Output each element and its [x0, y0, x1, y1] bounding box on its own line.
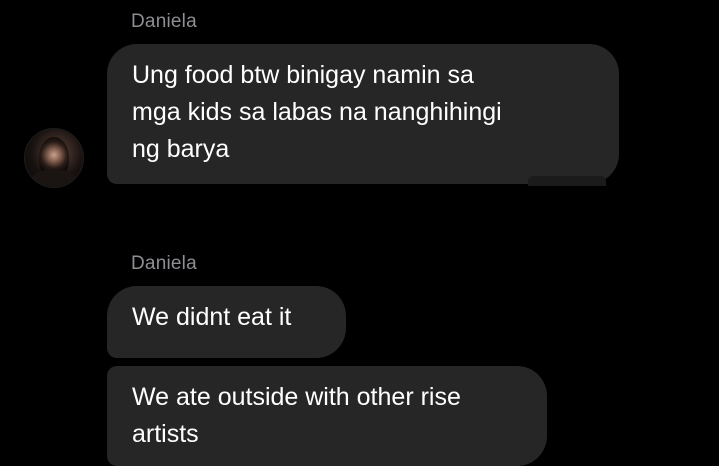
- message-bubble[interactable]: Ung food btw binigay namin sa mga kids s…: [107, 44, 619, 184]
- message-bubble[interactable]: We didnt eat it: [107, 286, 346, 358]
- avatar-shoulder: [31, 169, 77, 187]
- message-bubble[interactable]: We ate outside with other rise artists: [107, 366, 547, 466]
- sender-name: Daniela: [131, 11, 197, 32]
- sender-name: Daniela: [131, 253, 197, 274]
- sender-avatar[interactable]: [24, 128, 84, 188]
- reaction-indicator: [528, 176, 606, 186]
